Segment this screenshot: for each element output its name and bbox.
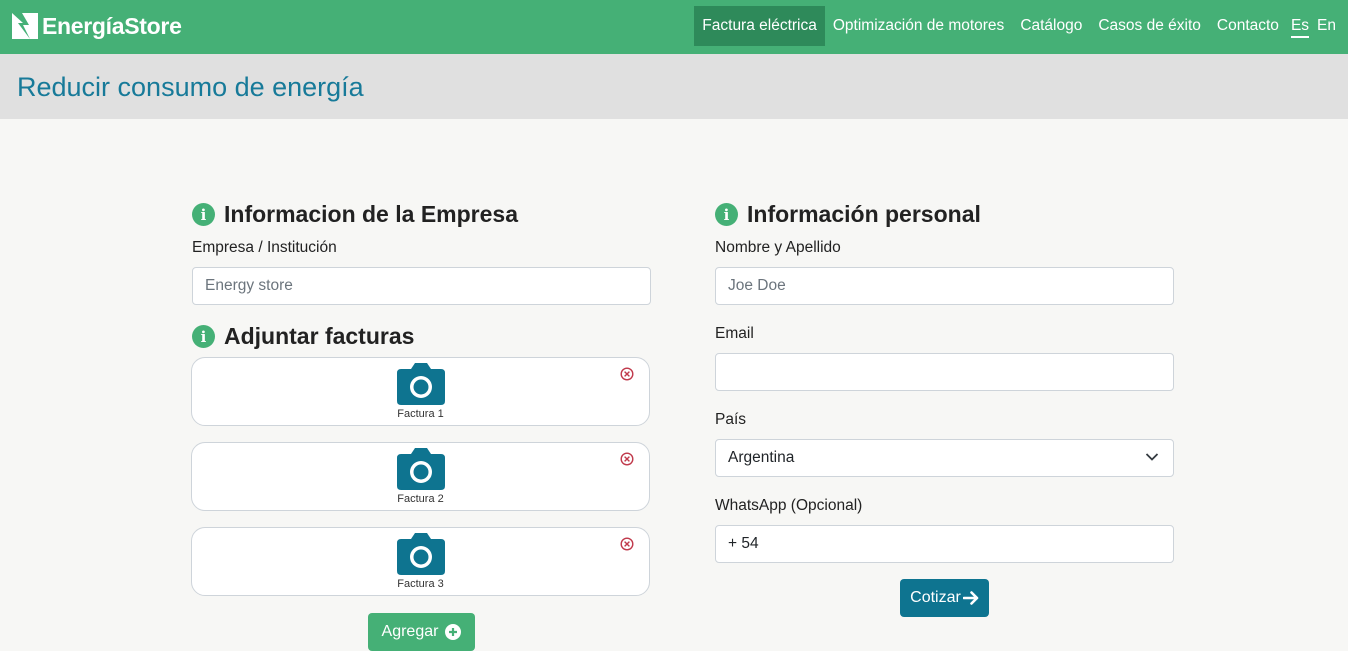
- company-input[interactable]: [192, 267, 651, 305]
- lang-en[interactable]: En: [1313, 6, 1348, 46]
- chevron-down-icon: [1145, 453, 1159, 461]
- invoice-upload-2[interactable]: Factura 2: [191, 442, 650, 511]
- top-navbar: EnergíaStore Factura eléctrica Optimizac…: [0, 0, 1348, 54]
- info-icon: i: [192, 325, 215, 348]
- nav-item-optimizacion-motores[interactable]: Optimización de motores: [825, 6, 1012, 46]
- country-select[interactable]: Argentina: [715, 439, 1174, 477]
- nav-item-contacto[interactable]: Contacto: [1209, 6, 1287, 46]
- nav-item-catalogo[interactable]: Catálogo: [1012, 6, 1090, 46]
- whatsapp-field-label: WhatsApp (Opcional): [715, 497, 863, 514]
- remove-invoice-icon[interactable]: [620, 537, 634, 551]
- name-field-label: Nombre y Apellido: [715, 239, 841, 256]
- invoice-upload-1[interactable]: Factura 1: [191, 357, 650, 426]
- nav-item-factura-electrica[interactable]: Factura eléctrica: [694, 6, 825, 46]
- page-title: Reducir consumo de energía: [17, 72, 364, 102]
- camera-icon: [397, 448, 445, 490]
- camera-icon: [397, 363, 445, 405]
- remove-invoice-icon[interactable]: [620, 367, 634, 381]
- personal-heading: i Información personal: [715, 201, 981, 228]
- invoice-caption: Factura 3: [397, 578, 444, 590]
- whatsapp-input[interactable]: [715, 525, 1174, 563]
- brand-logo-link[interactable]: EnergíaStore: [12, 11, 182, 41]
- brand-logo-icon: [12, 13, 38, 39]
- lang-es[interactable]: Es: [1287, 6, 1313, 46]
- invoices-heading: i Adjuntar facturas: [192, 323, 414, 350]
- main-nav: Factura eléctrica Optimización de motore…: [694, 6, 1348, 46]
- camera-icon: [397, 533, 445, 575]
- plus-circle-icon: [445, 624, 462, 640]
- email-input[interactable]: [715, 353, 1174, 391]
- remove-invoice-icon[interactable]: [620, 452, 634, 466]
- lang-es-label: Es: [1290, 17, 1310, 38]
- personal-heading-text: Información personal: [747, 201, 981, 227]
- invoice-caption: Factura 2: [397, 493, 444, 505]
- company-heading-text: Informacion de la Empresa: [224, 201, 518, 227]
- arrow-right-icon: [962, 591, 979, 605]
- company-field-label: Empresa / Institución: [192, 239, 337, 256]
- nav-item-casos-exito[interactable]: Casos de éxito: [1090, 6, 1209, 46]
- info-icon: i: [715, 203, 738, 226]
- invoice-upload-3[interactable]: Factura 3: [191, 527, 650, 596]
- name-input[interactable]: [715, 267, 1174, 305]
- add-invoice-button[interactable]: Agregar: [368, 613, 475, 651]
- country-field-label: País: [715, 411, 747, 428]
- lang-en-label: En: [1317, 17, 1336, 34]
- email-field-label: Email: [715, 325, 754, 342]
- brand-name: EnergíaStore: [42, 12, 182, 39]
- company-heading: i Informacion de la Empresa: [192, 201, 518, 228]
- cotizar-button[interactable]: Cotizar: [900, 579, 989, 617]
- cotizar-label: Cotizar: [910, 589, 961, 606]
- page-header: Reducir consumo de energía: [0, 54, 1348, 119]
- country-selected-value: Argentina: [728, 449, 795, 466]
- add-invoice-label: Agregar: [381, 623, 439, 640]
- info-icon: i: [192, 203, 215, 226]
- invoice-caption: Factura 1: [397, 408, 444, 420]
- invoices-heading-text: Adjuntar facturas: [224, 323, 415, 349]
